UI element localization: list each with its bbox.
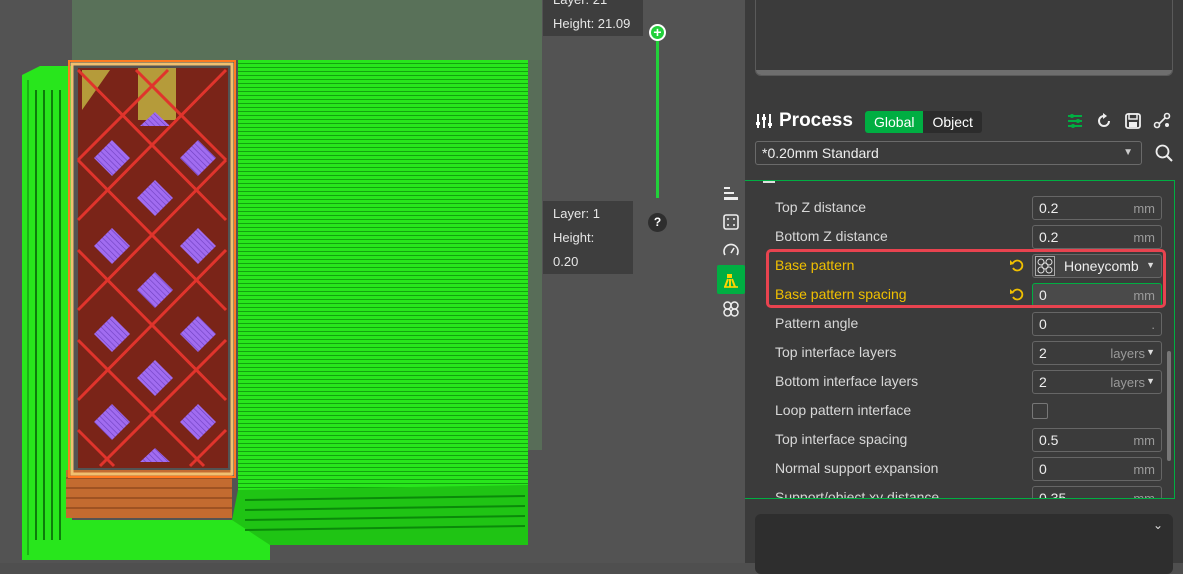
setting-bottom-interface-layers: Bottom interface layers 2 layers ▼ — [775, 370, 1165, 394]
layer-slider-track[interactable] — [656, 32, 659, 198]
chevron-down-icon: ▼ — [1123, 147, 1133, 158]
support-settings-list[interactable]: Top Z distance 0.2 mm Bottom Z distance 0… — [745, 180, 1175, 499]
setting-top-interface-spacing: Top interface spacing 0.5 mm — [775, 428, 1165, 452]
search-icon[interactable] — [1155, 144, 1173, 162]
sliders-icon — [756, 114, 772, 128]
reset-icon[interactable] — [1095, 112, 1113, 130]
compare-icon[interactable] — [1153, 112, 1171, 130]
setting-pattern-angle: Pattern angle 0. — [775, 312, 1165, 336]
tab-others[interactable] — [717, 294, 745, 323]
annotation-highlight — [766, 249, 1166, 308]
tab-support[interactable] — [717, 265, 745, 294]
double-chevron-down-icon[interactable]: ⌄ — [1153, 518, 1163, 532]
bottom-layer-height: Height: 0.20 — [553, 230, 595, 269]
help-button[interactable]: ? — [648, 213, 667, 232]
sliced-model-preview — [22, 0, 542, 560]
tab-strength[interactable] — [717, 207, 745, 236]
setting-top-z-distance: Top Z distance 0.2 mm — [775, 196, 1165, 220]
support-icon — [724, 273, 738, 288]
chevron-down-icon: ▼ — [1146, 376, 1155, 386]
clover-icon — [723, 300, 739, 317]
layers-icon — [724, 186, 738, 200]
pattern-angle-input[interactable]: 0. — [1032, 312, 1162, 336]
process-actions — [1066, 112, 1171, 130]
tab-speed[interactable] — [717, 236, 745, 265]
preview-viewport[interactable]: Layer: 21 Height: 21.09 + Layer: 1 Heigh… — [0, 0, 745, 563]
scope-toggle: Global Object — [865, 111, 982, 133]
chevron-down-icon: ▼ — [1146, 347, 1155, 357]
setting-normal-support-expansion: Normal support expansion 0 mm — [775, 457, 1165, 481]
settings-panel: Process Global Object *0.20mm Standard ▼… — [745, 0, 1183, 574]
save-icon[interactable] — [1124, 112, 1142, 130]
normal-support-expansion-input[interactable]: 0 mm — [1032, 457, 1162, 481]
settings-category-tabs — [717, 178, 745, 323]
top-interface-layers-select[interactable]: 2 layers ▼ — [1032, 341, 1162, 365]
top-layer-label: Layer: 21 — [553, 0, 633, 12]
support-object-xy-distance-input[interactable]: 0.35 mm — [1032, 486, 1162, 498]
plate-preview-box — [755, 0, 1173, 76]
top-z-distance-input[interactable]: 0.2 mm — [1032, 196, 1162, 220]
bottom-layer-label: Layer: 1 — [553, 206, 600, 221]
setting-loop-pattern-interface: Loop pattern interface — [775, 399, 1165, 423]
process-header: Process — [755, 110, 853, 132]
process-preset-select[interactable]: *0.20mm Standard ▼ — [755, 141, 1142, 165]
group-collapse-icon[interactable] — [763, 181, 775, 183]
setting-support-object-xy-distance: Support/object xy distance 0.35 mm — [775, 486, 1165, 498]
bottom-layer-tag: Layer: 1 Height: 0.20 — [543, 201, 633, 274]
setting-top-interface-layers: Top interface layers 2 layers ▼ — [775, 341, 1165, 365]
bottom-z-distance-input[interactable]: 0.2 mm — [1032, 225, 1162, 249]
layer-slider-top-handle[interactable]: + — [649, 24, 666, 41]
advanced-settings-icon[interactable] — [1066, 112, 1084, 130]
top-layer-height: Height: 21.09 — [553, 16, 631, 31]
process-title: Process — [779, 110, 853, 131]
loop-pattern-interface-checkbox[interactable] — [1032, 403, 1048, 419]
setting-bottom-z-distance: Bottom Z distance 0.2 mm — [775, 225, 1165, 249]
preset-value: *0.20mm Standard — [762, 145, 879, 161]
top-layer-tag: Layer: 21 Height: 21.09 — [543, 0, 643, 36]
tab-object[interactable]: Object — [923, 111, 981, 133]
top-interface-spacing-input[interactable]: 0.5 mm — [1032, 428, 1162, 452]
infill-icon — [723, 213, 739, 230]
settings-scrollbar[interactable] — [1167, 351, 1171, 461]
object-list-box: ⌄ — [755, 514, 1173, 574]
speedometer-icon — [723, 243, 739, 255]
tab-quality[interactable] — [717, 178, 745, 207]
tab-global[interactable]: Global — [865, 111, 924, 133]
bottom-interface-layers-select[interactable]: 2 layers ▼ — [1032, 370, 1162, 394]
